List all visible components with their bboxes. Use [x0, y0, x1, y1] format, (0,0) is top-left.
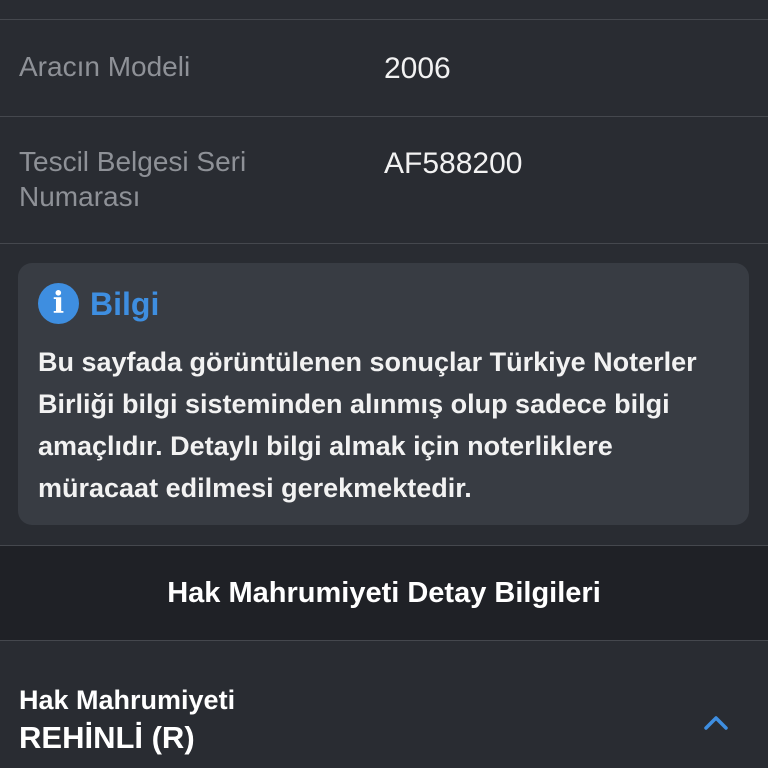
collapse-toggle-button[interactable] [694, 702, 738, 742]
vehicle-model-value: 2006 [384, 52, 451, 85]
info-card-title: Bilgi [90, 286, 160, 322]
vehicle-model-label: Aracın Modeli [19, 51, 191, 82]
section-header: Hak Mahrumiyeti Detay Bilgileri [0, 545, 768, 641]
hak-mahrumiyeti-label: Hak Mahrumiyeti [19, 685, 236, 715]
hak-mahrumiyeti-value: REHİNLİ (R) [19, 720, 195, 755]
section-header-title: Hak Mahrumiyeti Detay Bilgileri [167, 577, 601, 609]
info-card-text: Bu sayfada görüntülenen sonuçlar Türkiye… [38, 347, 697, 503]
divider [0, 243, 768, 244]
registration-serial-value: AF588200 [384, 147, 523, 180]
info-card: i Bilgi Bu sayfada görüntülenen sonuçlar… [18, 263, 749, 525]
divider [0, 116, 768, 117]
info-icon-glyph: i [52, 286, 65, 321]
chevron-up-icon [704, 716, 728, 730]
registration-serial-label: Tescil Belgesi Seri Numarası [19, 146, 247, 212]
vehicle-detail-page: Aracın Modeli 2006 Tescil Belgesi Seri N… [0, 0, 768, 768]
info-icon: i [38, 283, 79, 324]
divider [0, 19, 768, 20]
